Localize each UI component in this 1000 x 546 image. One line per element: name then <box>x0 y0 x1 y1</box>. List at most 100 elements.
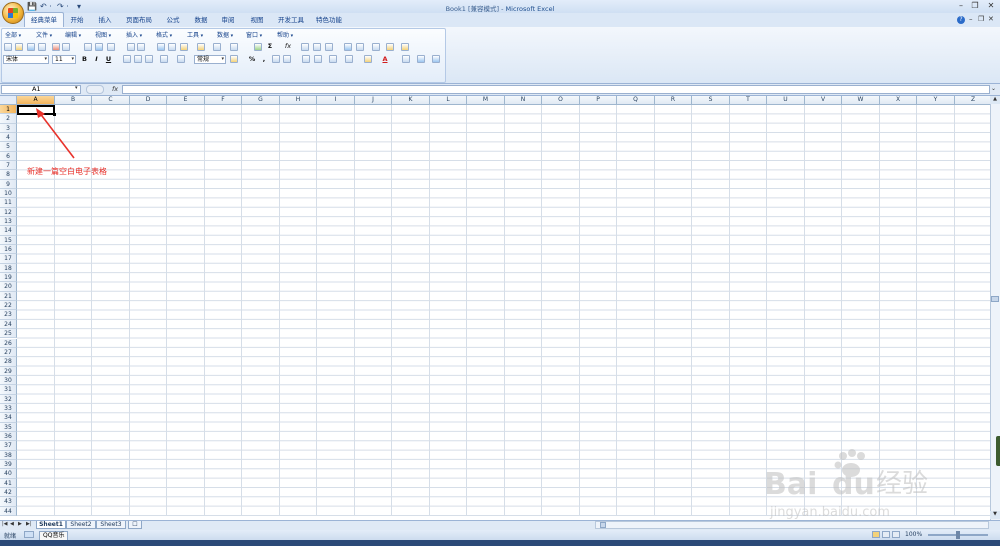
sheet-nav-icon[interactable]: ▶ <box>18 521 22 527</box>
sheet-tab[interactable]: Sheet2 <box>66 521 96 529</box>
row-header[interactable]: 36 <box>0 431 17 442</box>
baidu-watermark: Bai du 经验 jingyan.baidu.com <box>764 449 928 520</box>
row-header[interactable]: 32 <box>0 394 17 404</box>
row-header[interactable]: 9 <box>0 179 17 190</box>
column-header[interactable]: N <box>505 96 542 105</box>
column-header[interactable]: K <box>392 96 430 105</box>
row-header[interactable]: 40 <box>0 469 17 479</box>
row-header[interactable]: 18 <box>0 263 17 274</box>
row-header[interactable]: 26 <box>0 338 17 348</box>
sheet-nav-icon[interactable]: ◀ <box>10 521 14 527</box>
row-header[interactable]: 31 <box>0 385 17 395</box>
row-header[interactable]: 7 <box>0 161 17 171</box>
office-button[interactable] <box>2 2 24 24</box>
column-header[interactable]: E <box>167 96 205 105</box>
column-header[interactable]: W <box>842 96 880 105</box>
row-header[interactable]: 8 <box>0 170 17 180</box>
column-header[interactable]: F <box>205 96 242 105</box>
sheet-nav-icon[interactable]: ▶| <box>26 521 32 527</box>
column-header[interactable]: Y <box>917 96 955 105</box>
vertical-scroll-thumb[interactable] <box>991 296 999 302</box>
status-ready: 就绪 <box>4 533 17 540</box>
row-header[interactable]: 43 <box>0 497 17 507</box>
normal-view-icon[interactable] <box>872 531 880 538</box>
row-header[interactable]: 2 <box>0 114 17 124</box>
row-header[interactable]: 1 <box>0 105 17 115</box>
row-header[interactable]: 5 <box>0 142 17 152</box>
column-header[interactable]: Z <box>955 96 992 105</box>
horizontal-scroll-thumb[interactable] <box>600 522 606 528</box>
row-header[interactable]: 6 <box>0 151 17 162</box>
row-header[interactable]: 37 <box>0 441 17 451</box>
row-header[interactable]: 29 <box>0 366 17 376</box>
row-header[interactable]: 44 <box>0 506 17 516</box>
row-header[interactable]: 12 <box>0 207 17 218</box>
row-header[interactable]: 24 <box>0 319 17 330</box>
watermark-cn: 经验 <box>876 469 928 499</box>
row-header[interactable]: 38 <box>0 450 17 460</box>
select-all-corner[interactable] <box>0 96 17 105</box>
row-header[interactable]: 17 <box>0 254 17 264</box>
row-header[interactable]: 4 <box>0 133 17 143</box>
column-header[interactable]: M <box>467 96 505 105</box>
row-header[interactable]: 42 <box>0 487 17 498</box>
column-header[interactable]: V <box>805 96 842 105</box>
row-header[interactable]: 34 <box>0 413 17 423</box>
windows-taskbar <box>0 540 1000 546</box>
column-header[interactable]: I <box>317 96 355 105</box>
row-header[interactable]: 21 <box>0 291 17 302</box>
column-header[interactable]: G <box>242 96 280 105</box>
sheet-tab[interactable]: Sheet3 <box>96 521 126 529</box>
watermark-brand: Bai <box>764 467 817 502</box>
row-header[interactable]: 16 <box>0 245 17 255</box>
horizontal-scrollbar[interactable] <box>595 521 989 529</box>
sheet-nav-icon[interactable]: |◀ <box>2 521 8 527</box>
column-header[interactable]: R <box>655 96 692 105</box>
zoom-slider-thumb[interactable] <box>956 531 960 539</box>
column-header[interactable]: J <box>355 96 392 105</box>
column-header[interactable]: L <box>430 96 467 105</box>
page-break-view-icon[interactable] <box>892 531 900 538</box>
row-header[interactable]: 33 <box>0 403 17 414</box>
row-header[interactable]: 15 <box>0 235 17 246</box>
row-header[interactable]: 14 <box>0 226 17 236</box>
column-header[interactable]: H <box>280 96 317 105</box>
column-header[interactable]: T <box>730 96 767 105</box>
macro-record-icon[interactable] <box>24 531 34 538</box>
column-header[interactable]: C <box>92 96 130 105</box>
annotation-text: 新建一篇空白电子表格 <box>27 167 107 176</box>
row-header[interactable]: 35 <box>0 422 17 432</box>
side-panel-handle[interactable] <box>996 436 1000 466</box>
column-header[interactable]: X <box>880 96 917 105</box>
row-header[interactable]: 3 <box>0 123 17 133</box>
row-header[interactable]: 30 <box>0 375 17 386</box>
row-header[interactable]: 10 <box>0 189 17 199</box>
row-header[interactable]: 13 <box>0 217 17 227</box>
column-header[interactable]: S <box>692 96 730 105</box>
row-header[interactable]: 27 <box>0 347 17 358</box>
sheet-tab[interactable]: Sheet1 <box>36 521 66 529</box>
scroll-down-icon[interactable]: ▼ <box>990 511 1000 519</box>
scroll-up-icon[interactable]: ▲ <box>990 96 1000 104</box>
column-header[interactable]: P <box>580 96 617 105</box>
row-header[interactable]: 23 <box>0 310 17 320</box>
column-header[interactable]: O <box>542 96 580 105</box>
column-header[interactable]: U <box>767 96 805 105</box>
row-header[interactable]: 39 <box>0 459 17 470</box>
row-header[interactable]: 22 <box>0 301 17 311</box>
column-header[interactable]: A <box>17 96 55 105</box>
column-header[interactable]: D <box>130 96 167 105</box>
page-layout-view-icon[interactable] <box>882 531 890 538</box>
row-header[interactable]: 41 <box>0 478 17 488</box>
row-header[interactable]: 11 <box>0 198 17 208</box>
column-header[interactable]: B <box>55 96 92 105</box>
watermark-brand-du: du <box>832 467 875 502</box>
row-header[interactable]: 25 <box>0 329 17 339</box>
watermark-url: jingyan.baidu.com <box>769 505 890 520</box>
row-header[interactable]: 19 <box>0 273 17 283</box>
column-header[interactable]: Q <box>617 96 655 105</box>
row-header[interactable]: 28 <box>0 357 17 367</box>
zoom-level[interactable]: 100% <box>905 531 922 538</box>
row-header[interactable]: 20 <box>0 282 17 292</box>
insert-sheet-icon[interactable]: ☐ <box>128 521 142 529</box>
